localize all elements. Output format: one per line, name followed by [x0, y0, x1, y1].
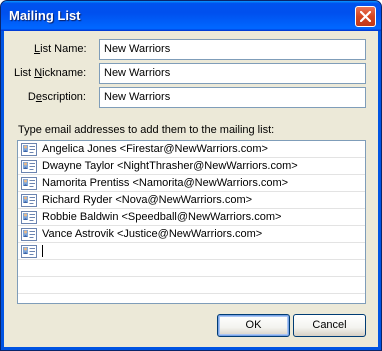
list-item[interactable]: Angelica Jones <Firestar@NewWarriors.com… [18, 141, 365, 158]
list-item-text: Namorita Prentiss <Namorita@NewWarriors.… [42, 177, 289, 189]
list-item-text: Robbie Baldwin <Speedball@NewWarriors.co… [42, 211, 282, 223]
window-title: Mailing List [9, 8, 81, 23]
empty-row[interactable] [18, 277, 365, 294]
list-item-text: Dwayne Taylor <NightThrasher@NewWarriors… [42, 160, 298, 172]
list-name-label: List Name: [34, 43, 87, 55]
contact-card-icon [21, 245, 37, 258]
list-name-input[interactable]: New Warriors [99, 39, 366, 60]
empty-row[interactable] [18, 294, 365, 303]
description-input[interactable]: New Warriors [99, 87, 366, 108]
title-bar[interactable]: Mailing List [1, 1, 381, 31]
list-item-text: Richard Ryder <Nova@NewWarriors.com> [42, 194, 253, 206]
contact-card-icon [21, 194, 37, 207]
list-item[interactable]: Richard Ryder <Nova@NewWarriors.com> [18, 192, 365, 209]
contact-card-icon [21, 228, 37, 241]
list-item-text: Vance Astrovik <Justice@NewWarriors.com> [42, 228, 263, 240]
list-item-text: Angelica Jones <Firestar@NewWarriors.com… [42, 143, 268, 155]
contact-card-icon [21, 143, 37, 156]
list-item[interactable]: Dwayne Taylor <NightThrasher@NewWarriors… [18, 158, 365, 175]
list-item[interactable]: Namorita Prentiss <Namorita@NewWarriors.… [18, 175, 365, 192]
description-label: Description: [27, 91, 86, 103]
close-icon [360, 11, 371, 22]
contact-card-icon [21, 160, 37, 173]
list-item[interactable]: Vance Astrovik <Justice@NewWarriors.com> [18, 226, 365, 243]
dialog-body: List Name: New Warriors List Nickname: N… [4, 31, 378, 347]
text-caret [42, 245, 43, 257]
list-instruction: Type email addresses to add them to the … [18, 124, 275, 136]
cancel-button[interactable]: Cancel [293, 314, 366, 337]
contact-card-icon [21, 211, 37, 224]
empty-row[interactable] [18, 260, 365, 277]
email-address-list[interactable]: Angelica Jones <Firestar@NewWarriors.com… [17, 140, 366, 304]
new-entry-row[interactable] [18, 243, 365, 260]
list-nickname-input[interactable]: New Warriors [99, 63, 366, 84]
list-item[interactable]: Robbie Baldwin <Speedball@NewWarriors.co… [18, 209, 365, 226]
close-button[interactable] [355, 6, 376, 27]
contact-card-icon [21, 177, 37, 190]
mailing-list-dialog: Mailing List List Name: New Warriors Lis… [0, 0, 382, 351]
ok-button[interactable]: OK [217, 314, 290, 337]
list-nickname-label: List Nickname: [14, 67, 87, 79]
